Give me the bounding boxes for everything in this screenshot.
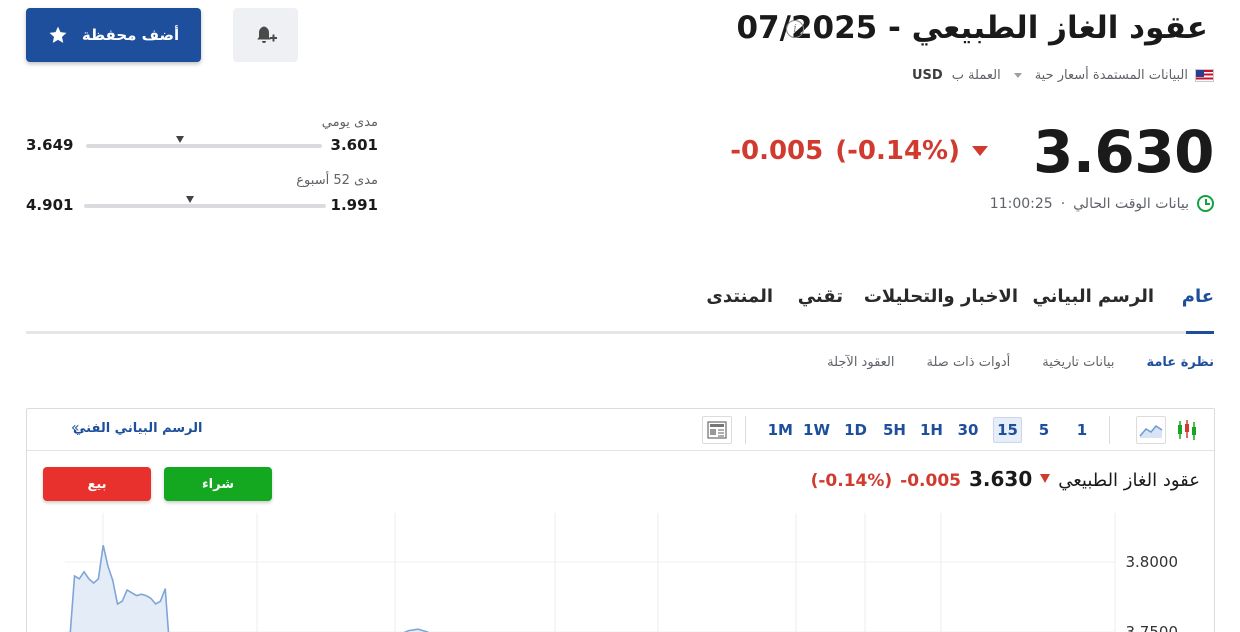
toolbar-separator [1109,416,1110,444]
timeframe-1h[interactable]: 1H [917,417,946,443]
timeframe-1d[interactable]: 1D [841,417,870,443]
price-area [70,545,169,632]
down-arrow-icon [1040,474,1051,483]
week52-range-bar [84,204,326,208]
quote-time: 11:00:25 [989,195,1053,212]
subtab-related-tools[interactable]: أدوات ذات صلة [927,355,1011,370]
timeframe-1[interactable]: 1 [1068,417,1096,443]
y-axis-tick: 3.8000 [1125,553,1179,571]
tab-technical[interactable]: تقني [798,286,843,307]
subtab-futures[interactable]: العقود الآجلة [827,355,894,370]
chart-quote-change-percent: (-0.14%) [810,471,893,491]
subtab-historical-data[interactable]: بيانات تاريخية [1042,355,1114,370]
realtime-status: بيانات الوقت الحالي · 11:00:25 [990,195,1214,212]
clock-icon [1197,195,1214,212]
daily-range-marker [176,136,185,143]
tab-news-analysis[interactable]: الاخبار والتحليلات [864,286,1018,307]
buy-button[interactable]: شراء [164,467,272,501]
timeframe-15[interactable]: 15 [993,417,1022,443]
timeframe-5[interactable]: 5 [1030,417,1058,443]
tab-chart[interactable]: الرسم البياني [1032,286,1154,307]
daily-range-low: 3.601 [330,136,378,154]
separator-dot: · [1060,195,1066,212]
week52-range-label: مدى 52 أسبوع [296,173,378,188]
daily-range-bar [86,144,322,148]
add-portfolio-button[interactable]: أضف محفظة [26,8,201,62]
timeframe-30[interactable]: 30 [954,417,982,443]
week52-range-high: 4.901 [26,196,74,214]
y-axis-tick: 3.7500 [1125,623,1179,632]
sub-tabs: نظرة عامة بيانات تاريخية أدوات ذات صلة ا… [827,355,1214,370]
chart-widget: 1 5 15 30 1H 5H 1D 1W 1M الرسم البياني ا… [26,408,1215,632]
info-icon[interactable]: i [786,20,804,38]
currency-label: العملة ب [951,68,1001,83]
change-percent: (-0.14%) [835,136,960,166]
daily-range-label: مدى يومي [321,115,378,130]
area-chart-icon[interactable] [1136,416,1166,444]
add-portfolio-label: أضف محفظة [81,26,180,44]
price-chart[interactable] [65,513,1127,632]
tab-general[interactable]: عام [1182,286,1214,307]
timeframe-1w[interactable]: 1W [800,417,833,443]
chart-toolbar: 1 5 15 30 1H 5H 1D 1W 1M الرسم البياني ا… [27,409,1214,451]
newspaper-icon[interactable] [702,416,732,444]
data-source-text: البيانات المستمدة أسعار حية [1034,68,1188,83]
chart-quote-price: 3.630 [968,467,1033,491]
last-price: 3.630 [1033,118,1214,186]
chart-quote-change: -0.005 [900,471,961,491]
active-tab-indicator [1186,331,1214,334]
candlestick-icon[interactable] [1172,416,1202,444]
tab-forum[interactable]: المنتدى [706,286,773,307]
realtime-label: بيانات الوقت الحالي [1073,195,1189,212]
chart-quote-line: عقود الغاز الطبيعي 3.630 -0.005 (-0.14%) [811,467,1200,491]
technical-chart-link[interactable]: الرسم البياني الفني [73,421,202,436]
timeframe-1m[interactable]: 1M [765,417,796,443]
double-chevron-icon[interactable]: » [71,420,80,436]
toolbar-separator [745,416,746,444]
sell-button[interactable]: بيع [43,467,151,501]
bell-plus-icon [256,26,277,43]
down-arrow-icon [972,146,988,156]
daily-range-high: 3.649 [26,136,74,154]
week52-range-marker [186,196,195,203]
data-source-line: البيانات المستمدة أسعار حية العملة ب USD [912,68,1214,83]
timeframe-5h[interactable]: 5H [880,417,909,443]
subtab-overview[interactable]: نظرة عامة [1146,355,1214,370]
page-title: عقود الغاز الطبيعي - 07/2025 [736,10,1208,46]
change-value: -0.005 [730,136,824,166]
us-flag-icon [1195,69,1214,82]
main-tabs: عام الرسم البياني الاخبار والتحليلات تقن… [26,276,1214,334]
chart-quote-name: عقود الغاز الطبيعي [1058,470,1200,491]
price-change: -0.005 (-0.14%) [730,136,988,166]
currency-value: USD [911,68,943,83]
add-alert-button[interactable] [233,8,298,62]
chevron-down-icon[interactable] [1013,73,1022,78]
star-icon [49,26,67,43]
week52-range-low: 1.991 [330,196,378,214]
